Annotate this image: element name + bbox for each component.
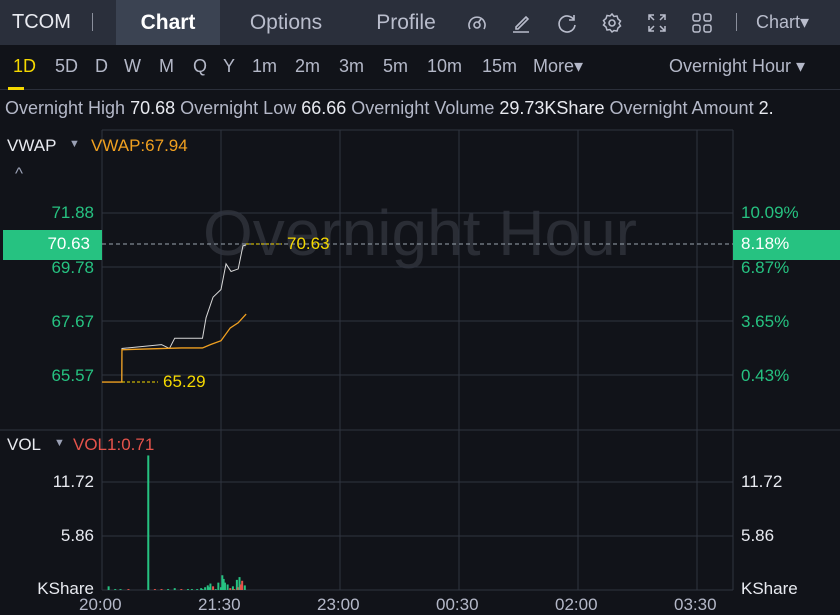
x-tick: 03:30	[674, 595, 717, 614]
y-tick: 69.78	[51, 258, 94, 277]
x-tick: 21:30	[198, 595, 241, 614]
volume-bar	[167, 589, 170, 590]
indicator-vol-dropdown[interactable]: VOL	[7, 435, 41, 455]
vol-value: VOL1:0.71	[73, 435, 155, 454]
vwap-value: VWAP:67.94	[91, 136, 188, 155]
pct-tick: 6.87%	[741, 258, 790, 277]
volume-bar	[217, 582, 220, 590]
volume-bar	[114, 589, 117, 590]
y-tick: 67.67	[51, 312, 94, 331]
volume-bar	[119, 589, 122, 590]
volume-bar	[226, 584, 229, 590]
volume-bar	[173, 588, 176, 590]
volume-bar	[153, 589, 156, 590]
vol-tick: 5.86	[741, 526, 775, 545]
volume-bar	[127, 589, 130, 590]
vol-unit: KShare	[741, 579, 798, 598]
volume-bars	[107, 455, 246, 590]
y-tick: 65.57	[51, 366, 94, 385]
current-price: 70.63	[47, 234, 90, 253]
indicator-vwap-dropdown[interactable]: VWAP	[7, 136, 56, 156]
pct-tick: 3.65%	[741, 312, 790, 331]
x-tick: 23:00	[317, 595, 360, 614]
volume-bar	[147, 455, 150, 590]
volume-bar	[233, 589, 236, 590]
pct-tick: 0.43%	[741, 366, 790, 385]
chart-canvas[interactable]: Overnight Hour	[0, 0, 840, 615]
low-label: 65.29	[163, 372, 206, 391]
volume-bar	[186, 589, 189, 590]
high-label: 70.63	[287, 234, 330, 253]
volume-bar	[229, 588, 232, 590]
collapse-icon[interactable]: ^	[15, 164, 23, 184]
caret-down-icon[interactable]: ▼	[69, 138, 80, 150]
volume-bar	[196, 589, 199, 590]
vol-tick: 11.72	[52, 472, 94, 491]
volume-bar	[160, 589, 163, 590]
caret-down-icon[interactable]: ▼	[54, 437, 65, 449]
x-tick: 02:00	[555, 595, 598, 614]
y-tick: 71.88	[51, 203, 94, 222]
x-tick: 20:00	[79, 595, 122, 614]
volume-bar	[204, 587, 207, 590]
volume-bar	[214, 589, 217, 590]
volume-bar	[107, 586, 110, 590]
watermark: Overnight Hour	[203, 197, 637, 269]
vol-tick: 5.86	[60, 526, 94, 545]
volume-bar	[190, 589, 193, 590]
vol-tick: 11.72	[741, 472, 783, 491]
volume-bar	[241, 580, 244, 590]
volume-bar	[201, 589, 204, 590]
current-pct: 8.18%	[741, 234, 790, 253]
x-tick: 00:30	[436, 595, 479, 614]
volume-bar	[209, 583, 212, 590]
volume-bar	[212, 586, 215, 590]
volume-bar	[223, 582, 226, 590]
volume-bar	[180, 589, 183, 590]
pct-tick: 10.09%	[741, 203, 799, 222]
volume-bar	[243, 585, 246, 590]
